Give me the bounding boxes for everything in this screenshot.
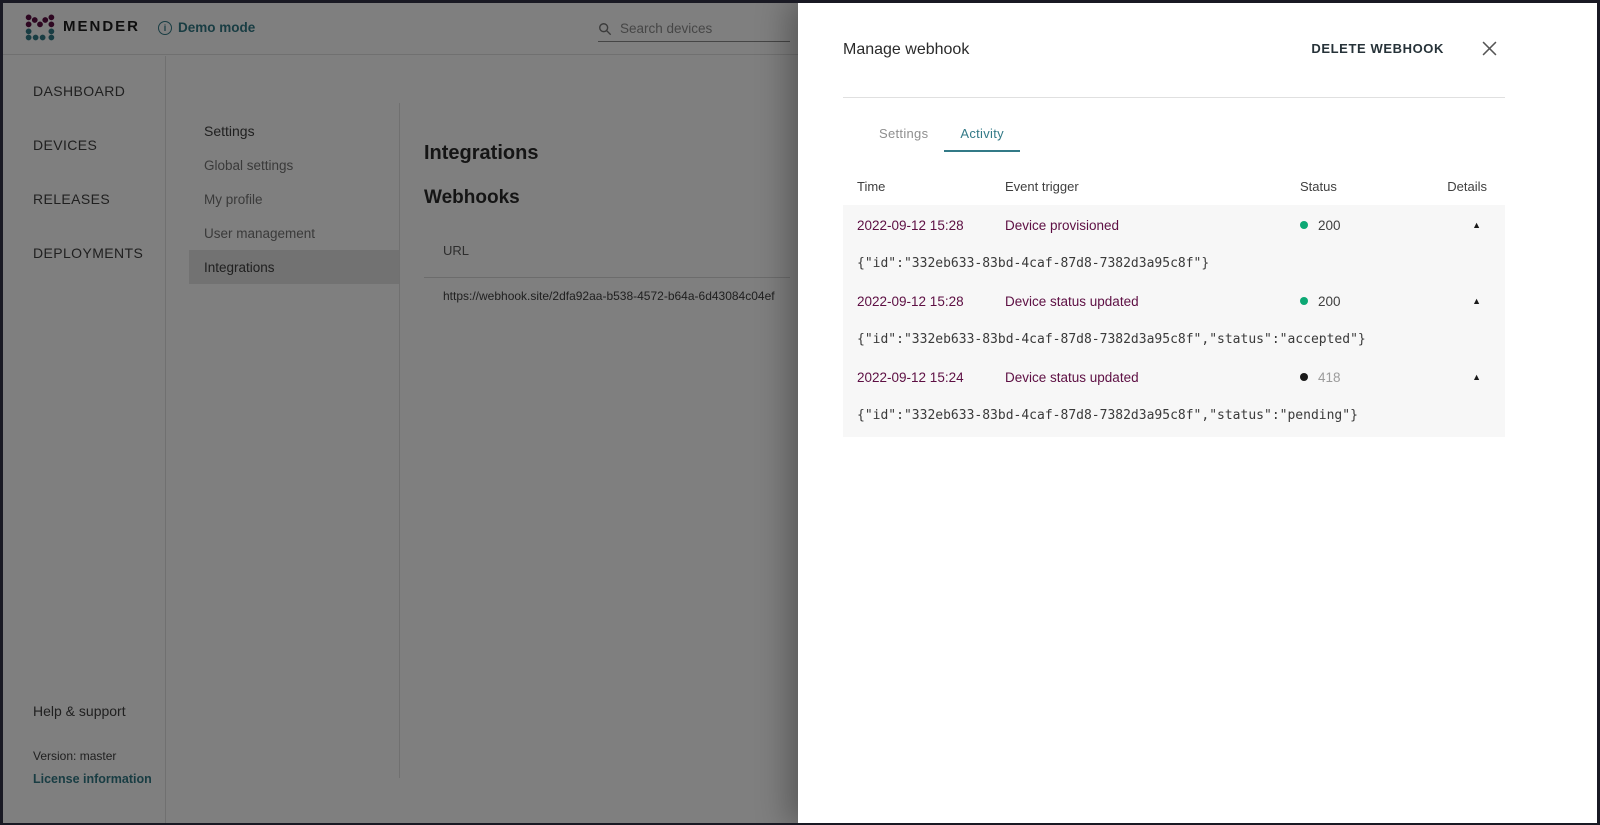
manage-webhook-drawer: Manage webhook DELETE WEBHOOK Settings A… — [798, 0, 1600, 825]
event-trigger: Device status updated — [1005, 293, 1139, 309]
column-event-trigger: Event trigger — [1005, 178, 1079, 194]
drawer-actions: DELETE WEBHOOK — [1311, 40, 1497, 56]
activity-row[interactable]: 2022-09-12 15:24 Device status updated 4… — [843, 357, 1505, 397]
event-trigger: Device status updated — [1005, 369, 1139, 385]
event-time: 2022-09-12 15:24 — [857, 369, 964, 385]
status-dot — [1300, 297, 1308, 305]
activity-list: 2022-09-12 15:28 Device provisioned 200 … — [843, 205, 1505, 437]
collapse-toggle-icon[interactable]: ▲ — [1397, 372, 1487, 382]
event-trigger: Device provisioned — [1005, 217, 1120, 233]
event-payload: {"id":"332eb633-83bd-4caf-87d8-7382d3a95… — [857, 331, 1366, 347]
status-code: 200 — [1318, 217, 1341, 233]
window-border — [0, 0, 3, 825]
activity-table-header: Time Event trigger Status Details — [843, 173, 1505, 199]
event-time: 2022-09-12 15:28 — [857, 217, 964, 233]
close-icon[interactable] — [1481, 40, 1497, 56]
collapse-toggle-icon[interactable]: ▲ — [1397, 220, 1487, 230]
column-status: Status — [1300, 178, 1337, 194]
status-dot — [1300, 373, 1308, 381]
event-payload: {"id":"332eb633-83bd-4caf-87d8-7382d3a95… — [857, 407, 1358, 423]
drawer-header-divider — [843, 97, 1505, 98]
status-code: 418 — [1318, 369, 1341, 385]
column-details: Details — [1447, 178, 1487, 194]
delete-webhook-button[interactable]: DELETE WEBHOOK — [1311, 41, 1444, 56]
status-dot — [1300, 221, 1308, 229]
tab-settings[interactable]: Settings — [863, 115, 944, 151]
activity-row[interactable]: 2022-09-12 15:28 Device status updated 2… — [843, 281, 1505, 321]
event-time: 2022-09-12 15:28 — [857, 293, 964, 309]
event-payload: {"id":"332eb633-83bd-4caf-87d8-7382d3a95… — [857, 255, 1210, 271]
window-border — [0, 0, 1600, 3]
drawer-tabs: Settings Activity — [863, 115, 1020, 152]
activity-row[interactable]: 2022-09-12 15:28 Device provisioned 200 … — [843, 205, 1505, 245]
drawer-title: Manage webhook — [843, 41, 970, 58]
status-code: 200 — [1318, 293, 1341, 309]
collapse-toggle-icon[interactable]: ▲ — [1397, 296, 1487, 306]
column-time: Time — [857, 178, 886, 194]
tab-activity[interactable]: Activity — [944, 115, 1020, 152]
